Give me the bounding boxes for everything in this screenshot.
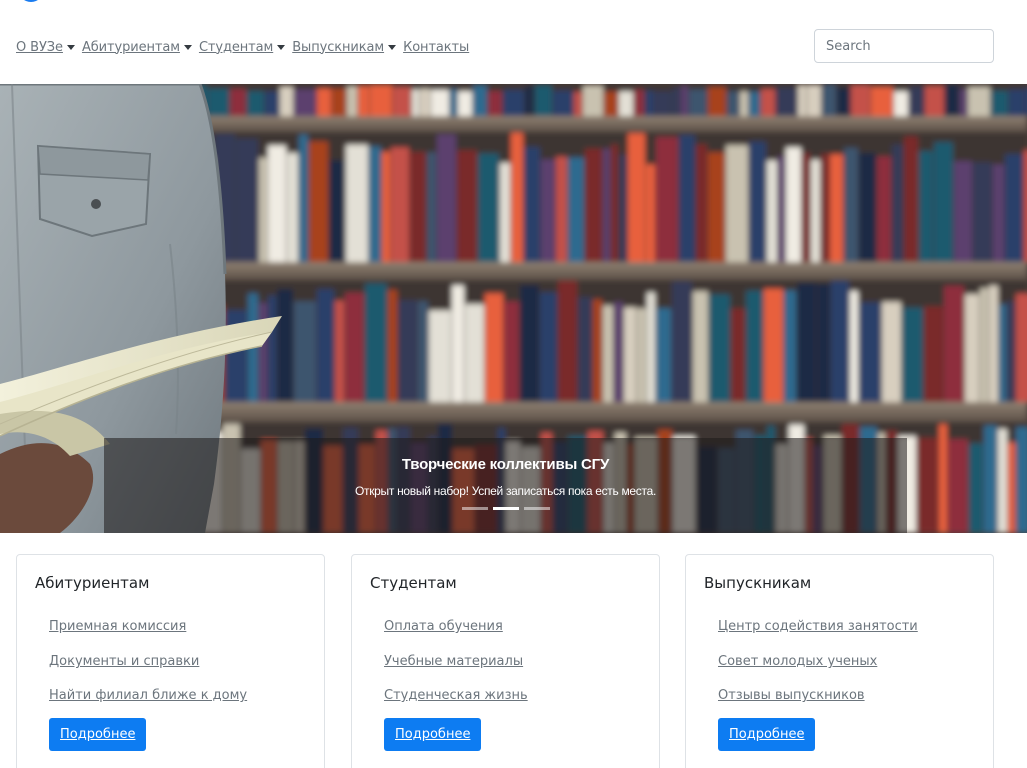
carousel-indicator[interactable] [492, 507, 519, 510]
nav-item-graduates[interactable]: Выпускникам [292, 39, 397, 55]
card-link-young-scientists[interactable]: Совет молодых ученых [718, 654, 877, 669]
carousel-indicators [104, 507, 907, 510]
card-title: Студентам [370, 574, 457, 592]
nav-item-label: Выпускникам [292, 39, 385, 55]
info-cards: Абитуриентам Приемная комиссия Документы… [16, 554, 994, 768]
more-button[interactable]: Подробнее [384, 718, 482, 751]
nav-item-contacts[interactable]: Контакты [403, 40, 469, 55]
nav-item-label: Контакты [403, 39, 470, 55]
card-applicants: Абитуриентам Приемная комиссия Документы… [16, 554, 325, 768]
chevron-down-icon [66, 44, 75, 50]
card-link-materials[interactable]: Учебные материалы [384, 654, 523, 669]
card-graduates: Выпускникам Центр содействия занятости С… [685, 554, 994, 768]
card-link-admissions[interactable]: Приемная комиссия [49, 619, 186, 634]
nav-item-applicants[interactable]: Абитуриентам [82, 40, 192, 55]
carousel-indicator[interactable] [461, 507, 488, 510]
caption-text: Открыт новый набор! Успей записаться пок… [355, 484, 656, 498]
nav-item-students[interactable]: Студентам [198, 39, 286, 55]
carousel-caption: Творческие коллективы СГУ Открыт новый н… [104, 438, 907, 533]
chevron-down-icon [388, 44, 397, 50]
search-input[interactable] [814, 29, 994, 63]
card-title: Абитуриентам [35, 574, 150, 592]
card-title: Выпускникам [704, 574, 812, 592]
chevron-down-icon [183, 44, 192, 50]
card-link-employment-center[interactable]: Центр содействия занятости [718, 619, 918, 634]
card-link-tuition[interactable]: Оплата обучения [384, 619, 503, 634]
nav-item-label: Студентам [198, 39, 274, 55]
caption-title: Творческие коллективы СГУ [401, 456, 610, 473]
card-students: Студентам Оплата обучения Учебные матери… [351, 554, 660, 768]
nav-item-label: О ВУЗе [16, 39, 63, 55]
hero-carousel[interactable]: Творческие коллективы СГУ Открыт новый н… [0, 84, 1027, 533]
more-button[interactable]: Подробнее [49, 718, 147, 751]
card-link-documents[interactable]: Документы и справки [49, 654, 199, 669]
nav-item-about[interactable]: О ВУЗе [16, 40, 75, 55]
carousel-indicator[interactable] [523, 507, 550, 510]
card-link-reviews[interactable]: Отзывы выпускников [718, 688, 865, 703]
more-button[interactable]: Подробнее [718, 718, 816, 751]
nav-links: О ВУЗе Абитуриентам Студентам Выпускника… [16, 40, 476, 55]
card-link-find-branch[interactable]: Найти филиал ближе к дому [49, 688, 247, 703]
card-link-student-life[interactable]: Студенческая жизнь [384, 688, 528, 703]
nav-item-label: Абитуриентам [81, 39, 180, 55]
chevron-down-icon [277, 44, 286, 50]
